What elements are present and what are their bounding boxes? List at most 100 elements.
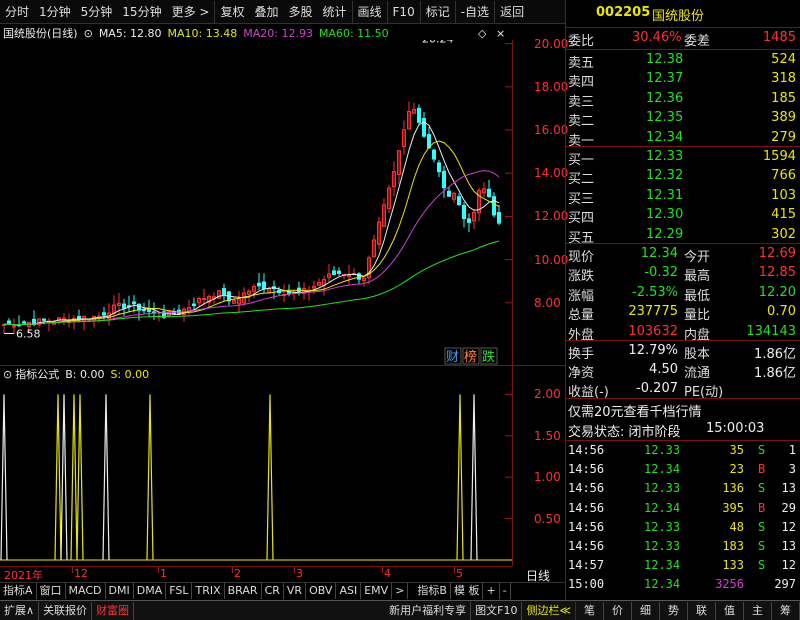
ask-row[interactable]: 卖二 12.35 389: [566, 109, 800, 129]
ask-row[interactable]: 卖四 12.37 318: [566, 70, 800, 90]
tab-main[interactable]: 主: [744, 601, 772, 620]
stock-name: 国统股份: [652, 9, 705, 24]
stat-value: 12.34: [640, 246, 678, 261]
bid-row[interactable]: 买三 12.31 103: [566, 187, 800, 207]
indicator-tab-9[interactable]: VR: [284, 583, 307, 599]
bid-row[interactable]: 买一 12.33 1594: [566, 148, 800, 168]
indicator-tab-12[interactable]: EMV: [361, 583, 393, 599]
tab-15min[interactable]: 15分钟: [117, 1, 166, 23]
indicator-tab-14[interactable]: 指标B: [414, 583, 451, 599]
indicator-legend: ⊙ 指标公式 B: 0.00 S: 0.00: [0, 366, 149, 382]
remove-watchlist-button[interactable]: -自选: [454, 0, 494, 23]
date-label: 3: [296, 567, 303, 580]
indicator-tab-4[interactable]: DMA: [134, 583, 167, 599]
tab-ticks[interactable]: 笔: [576, 601, 604, 620]
candle-body: [442, 170, 446, 189]
indicator-tab-8[interactable]: CR: [262, 583, 284, 599]
dropdown-icon[interactable]: ⊙: [84, 27, 93, 40]
date-tick: [158, 567, 159, 573]
book-label: 卖五: [568, 56, 595, 71]
indicator-tab-3[interactable]: DMI: [106, 583, 134, 599]
tab-intraday[interactable]: 分时: [0, 1, 34, 23]
promo-text[interactable]: 仅需20元查看千档行情: [568, 401, 702, 420]
bid-row[interactable]: 买二 12.32 766: [566, 167, 800, 187]
tick-side: B: [758, 500, 766, 515]
book-price: 12.38: [646, 52, 684, 67]
f10-text-button[interactable]: 图文F10: [471, 601, 523, 620]
candle-body: [437, 162, 441, 173]
back-button[interactable]: 返回: [494, 0, 529, 23]
ma20-line: [3, 170, 500, 326]
kline-chart[interactable]: 20.24 6.58 财榜跌: [0, 40, 512, 366]
ask-row[interactable]: 卖五 12.38 524: [566, 51, 800, 71]
indicator-tab-1[interactable]: 窗口: [37, 583, 66, 599]
sidebar-toggle[interactable]: 侧边栏≪: [522, 601, 576, 620]
tab-chips[interactable]: 筹: [772, 601, 800, 620]
multi-stock-button[interactable]: 多股: [283, 1, 317, 23]
date-tick: [232, 567, 233, 573]
promo-row[interactable]: 仅需20元查看千档行情: [566, 400, 800, 420]
indicator-tab-10[interactable]: OBV: [306, 583, 337, 599]
ma10-label: MA10: 13.48: [167, 26, 238, 40]
indicator-tab-5[interactable]: FSL: [166, 583, 193, 599]
mark-button[interactable]: 标记: [419, 0, 455, 23]
tab-linked[interactable]: 联: [688, 601, 716, 620]
fundamental-label: 换手: [568, 347, 595, 362]
indicator-tab-15[interactable]: 模 板: [451, 583, 484, 599]
candle-body: [492, 196, 496, 216]
indicator-tab-6[interactable]: TRIX: [192, 583, 225, 599]
indicator-tab-2[interactable]: MACD: [66, 583, 106, 599]
quote-header: 002205 国统股份: [566, 4, 800, 26]
tab-value[interactable]: 值: [716, 601, 744, 620]
ask-row[interactable]: 卖一 12.34 279: [566, 129, 800, 149]
adjust-button[interactable]: 复权: [214, 0, 249, 23]
tick-row: 14:56 12.33 48 S 12: [566, 520, 800, 537]
overlay-button[interactable]: 叠加: [249, 1, 283, 23]
tick-volume: 133: [722, 558, 744, 573]
indicator-menu-icon[interactable]: ⊙: [3, 368, 12, 381]
indicator-tab-13[interactable]: >: [392, 583, 409, 599]
expand-button[interactable]: 扩展∧: [0, 601, 40, 620]
indicator-chart[interactable]: [0, 382, 512, 566]
fundamental-label: 流通: [684, 366, 711, 381]
f10-button[interactable]: F10: [386, 0, 420, 23]
tab-5min[interactable]: 5分钟: [76, 1, 118, 23]
candle-body: [142, 309, 146, 312]
bid-row[interactable]: 买四 12.30 415: [566, 206, 800, 226]
indicator-tab-17[interactable]: -: [500, 583, 511, 599]
toggle-icon[interactable]: ◇: [478, 27, 486, 40]
book-volume: 389: [771, 110, 796, 126]
tab-price[interactable]: 价: [604, 601, 632, 620]
indicator-title[interactable]: 指标公式: [15, 366, 59, 382]
tick-side: S: [758, 481, 766, 496]
close-icon[interactable]: ×: [496, 27, 505, 40]
tab-trend[interactable]: 势: [660, 601, 688, 620]
indicator-tab-11[interactable]: ASI: [336, 583, 362, 599]
more-button[interactable]: 更多 >: [167, 1, 215, 23]
tab-1min[interactable]: 1分钟: [34, 1, 76, 23]
high-price-label: 20.24: [422, 40, 454, 45]
date-label: 2: [234, 567, 241, 580]
indicator-tab-16[interactable]: +: [483, 583, 500, 599]
candle-body: [432, 149, 436, 160]
fundamental-row: 收益(-) -0.207 PE(动): [566, 380, 800, 400]
bid-row[interactable]: 买五 12.29 302: [566, 226, 800, 246]
tab-detail[interactable]: 细: [632, 601, 660, 620]
tick-row: 14:56 12.33 35 S 1: [566, 443, 800, 460]
trade-status-time: 15:00:03: [706, 421, 765, 436]
indicator-tab-7[interactable]: BRAR: [225, 583, 262, 599]
indicator-tab-0[interactable]: 指标A: [0, 583, 37, 599]
order-ratio-value: 30.46%: [632, 30, 682, 45]
stat-label: 最高: [684, 269, 711, 285]
ma5-line: [3, 121, 500, 326]
related-quotes-button[interactable]: 关联报价: [39, 601, 93, 620]
wealth-circle-button[interactable]: 财富圈: [92, 601, 135, 620]
stats-button[interactable]: 统计: [318, 1, 352, 23]
new-user-promo[interactable]: 新用户福利专享: [385, 601, 472, 620]
date-axis: 2021年 12 1 2 3 4 5: [0, 566, 512, 582]
tick-count: 13: [781, 539, 796, 553]
draw-line-button[interactable]: 画线: [351, 0, 387, 23]
tick-time: 14:57: [568, 558, 605, 573]
ask-row[interactable]: 卖三 12.36 185: [566, 90, 800, 110]
stat-label: 涨跌: [568, 269, 595, 285]
